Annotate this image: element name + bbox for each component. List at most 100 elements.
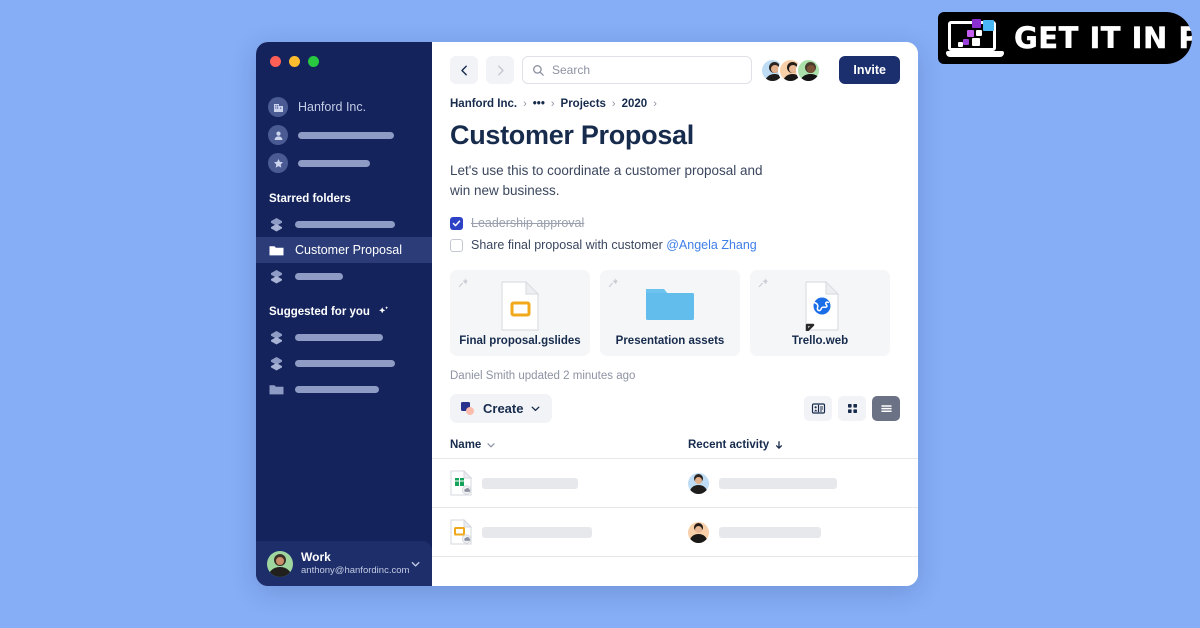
hexagon-icon <box>271 356 282 370</box>
app-window: Hanford Inc. Starred folders Customer Pr… <box>256 42 918 586</box>
sidebar: Hanford Inc. Starred folders Customer Pr… <box>256 42 432 586</box>
breadcrumb-item-0[interactable]: Hanford Inc. <box>450 98 517 110</box>
pinned-card[interactable]: Final proposal.gslides <box>450 270 590 357</box>
table-cell-name <box>450 519 688 545</box>
sidebar-item-placeholder-bar <box>295 272 343 280</box>
sidebar-item-starred[interactable] <box>256 149 432 177</box>
sidebar-item-placeholder-bar <box>298 159 370 167</box>
web-shortcut-icon <box>800 280 840 336</box>
main-content: Search Invite Hanford Inc. › ••• › Proje… <box>432 42 918 586</box>
chevron-right-icon <box>497 65 504 75</box>
column-header-name[interactable]: Name <box>450 439 688 451</box>
minimize-window-button[interactable] <box>289 56 300 67</box>
person-icon <box>268 125 288 145</box>
building-icon <box>268 97 288 117</box>
last-updated-text: Daniel Smith updated 2 minutes ago <box>450 370 636 383</box>
invite-button[interactable]: Invite <box>839 56 900 84</box>
create-button-label: Create <box>483 401 524 417</box>
search-placeholder: Search <box>552 63 591 77</box>
sidebar-account-switcher[interactable]: Work anthony@hanfordinc.com <box>256 541 432 586</box>
folder-blue-icon <box>644 281 696 332</box>
folder-icon <box>269 384 284 394</box>
chevron-down-icon <box>487 443 495 448</box>
create-shapes-icon <box>461 401 476 416</box>
pinned-card[interactable]: Presentation assets <box>600 270 740 357</box>
sidebar-starred-item-1[interactable] <box>256 211 432 237</box>
checklist: Leadership approval Share final proposal… <box>432 200 918 256</box>
checklist-item[interactable]: Share final proposal with customer @Ange… <box>450 234 900 256</box>
column-header-recent-activity[interactable]: Recent activity <box>688 439 784 451</box>
row-activity-placeholder <box>719 526 821 538</box>
pin-icon[interactable] <box>758 277 769 288</box>
sidebar-org-label: Hanford Inc. <box>298 100 367 114</box>
checklist-item-text: Share final proposal with customer <box>471 238 667 253</box>
breadcrumb-item-1[interactable]: ••• <box>533 98 545 110</box>
chevron-left-icon <box>460 65 467 75</box>
watermark-text: GET IT IN PC .COM <box>1014 12 1192 55</box>
breadcrumb-separator-trailing: › <box>653 98 657 110</box>
pin-icon[interactable] <box>458 277 469 288</box>
arrow-down-icon <box>776 441 783 449</box>
member-avatars <box>760 57 822 83</box>
breadcrumb-item-3[interactable]: 2020 <box>622 98 648 110</box>
laptop-pixels-icon <box>946 18 1008 58</box>
sidebar-starred-item-3[interactable] <box>256 263 432 289</box>
mention-link[interactable]: @Angela Zhang <box>666 238 757 252</box>
table-row[interactable] <box>432 459 918 509</box>
breadcrumb-separator: › <box>523 98 527 110</box>
sidebar-item-label: Customer Proposal <box>295 243 402 257</box>
star-icon <box>268 153 288 173</box>
sidebar-suggested-item-3[interactable] <box>256 376 432 402</box>
pinned-card-label: Presentation assets <box>615 335 725 348</box>
window-traffic-lights <box>256 42 432 67</box>
search-icon <box>533 64 544 76</box>
page-description: Let's use this to coordinate a customer … <box>450 163 763 198</box>
avatar[interactable] <box>796 57 822 83</box>
sidebar-org-row[interactable]: Hanford Inc. <box>256 93 432 121</box>
content-toolbar: Create <box>432 382 918 424</box>
table-row[interactable] <box>432 508 918 558</box>
search-input[interactable]: Search <box>522 56 753 84</box>
checkbox-unchecked[interactable] <box>450 238 463 252</box>
gslides-file-icon <box>500 280 540 336</box>
breadcrumb-separator: › <box>550 98 555 110</box>
chevron-down-icon <box>532 406 540 412</box>
hexagon-icon <box>271 330 282 344</box>
hexagon-icon <box>271 269 282 283</box>
row-name-placeholder <box>482 526 592 538</box>
sparkle-icon <box>379 306 389 314</box>
avatar <box>688 521 709 543</box>
sidebar-item-placeholder-bar <box>295 220 395 228</box>
chevron-down-icon[interactable] <box>410 558 421 570</box>
list-view-button[interactable] <box>872 396 900 422</box>
sidebar-item-person[interactable] <box>256 121 432 149</box>
table-cell-activity <box>688 521 821 543</box>
close-window-button[interactable] <box>270 56 281 67</box>
list-icon <box>880 405 892 413</box>
account-name: Work <box>301 550 331 565</box>
checkbox-checked[interactable] <box>450 216 463 230</box>
sidebar-suggested-item-2[interactable] <box>256 350 432 376</box>
create-button[interactable]: Create <box>450 394 553 424</box>
pinned-card[interactable]: Trello.web <box>750 270 890 357</box>
checklist-item-label: Leadership approval <box>471 216 585 231</box>
account-email: anthony@hanfordinc.com <box>301 565 410 577</box>
maximize-window-button[interactable] <box>308 56 319 67</box>
pin-icon[interactable] <box>608 277 619 288</box>
breadcrumb-item-2[interactable]: Projects <box>561 98 606 110</box>
forward-button[interactable] <box>486 56 514 84</box>
breadcrumb-separator: › <box>611 98 616 110</box>
column-header-label: Name <box>450 439 482 452</box>
view-toggle-group <box>804 396 900 422</box>
back-button[interactable] <box>450 56 478 84</box>
gallery-view-button[interactable] <box>804 396 832 422</box>
table-cell-name <box>450 470 688 496</box>
breadcrumb: Hanford Inc. › ••• › Projects › 2020 › <box>432 84 918 110</box>
sidebar-item-customer-proposal[interactable]: Customer Proposal <box>256 237 432 263</box>
grid-view-button[interactable] <box>838 396 866 422</box>
sidebar-item-placeholder-bar <box>298 131 394 139</box>
pinned-card-label: Trello.web <box>791 335 849 348</box>
folder-icon <box>269 245 284 255</box>
sidebar-suggested-item-1[interactable] <box>256 324 432 350</box>
checklist-item[interactable]: Leadership approval <box>450 212 900 234</box>
